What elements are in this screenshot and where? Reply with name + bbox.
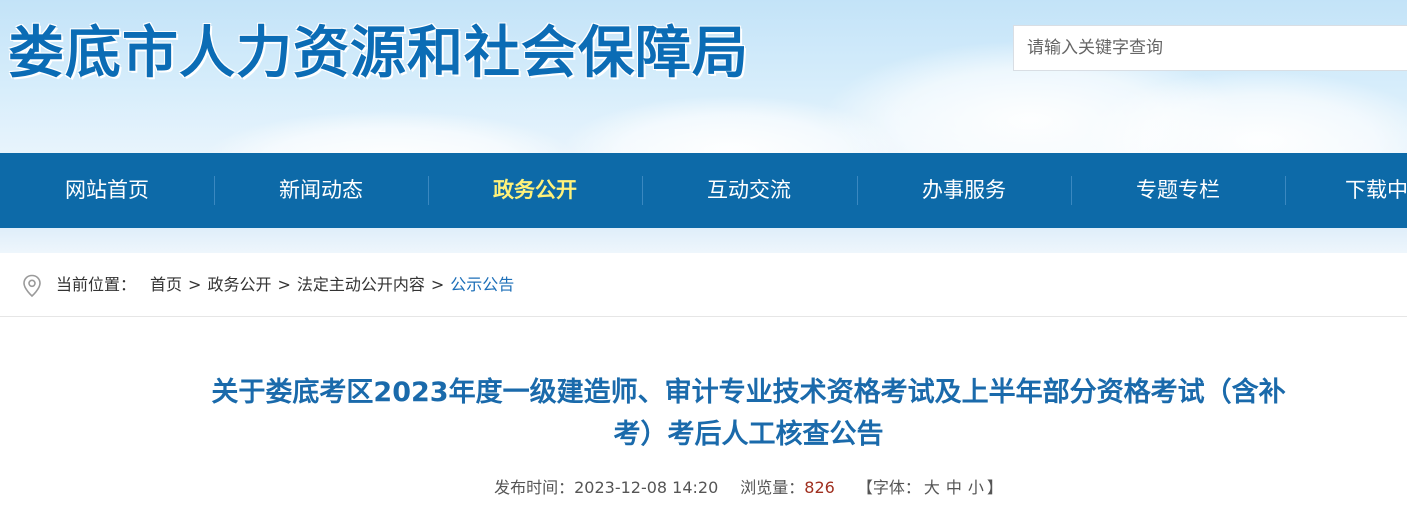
breadcrumb-statutory-disclosure[interactable]: 法定主动公开内容: [297, 275, 425, 294]
breadcrumb-separator: >: [188, 275, 202, 294]
views-label: 浏览量：: [740, 478, 805, 497]
breadcrumb-trail: 当前位置： 首页 > 政务公开 > 法定主动公开内容 > 公示公告: [56, 253, 514, 317]
breadcrumb: 当前位置： 首页 > 政务公开 > 法定主动公开内容 > 公示公告: [0, 253, 1407, 317]
font-size-label-close: 】: [986, 478, 1003, 497]
breadcrumb-separator: >: [277, 275, 291, 294]
header-banner: 娄底市人力资源和社会保障局: [0, 0, 1407, 153]
breadcrumb-government-affairs[interactable]: 政务公开: [207, 275, 271, 294]
breadcrumb-separator: >: [430, 275, 445, 294]
publish-time-label: 发布时间：: [494, 478, 575, 497]
breadcrumb-label: 当前位置：: [56, 275, 137, 294]
nav-item-services[interactable]: 办事服务: [857, 153, 1071, 228]
main-nav: 网站首页 新闻动态 政务公开 互动交流 办事服务 专题专栏 下载中: [0, 153, 1407, 228]
nav-item-special-topics[interactable]: 专题专栏: [1071, 153, 1285, 228]
search-input[interactable]: [1013, 25, 1407, 71]
article-title-line1: 关于娄底考区2023年度一级建造师、审计专业技术资格考试及上半年部分资格考试（含…: [211, 377, 1286, 408]
nav-item-interaction[interactable]: 互动交流: [642, 153, 856, 228]
nav-item-government-affairs[interactable]: 政务公开: [428, 153, 642, 228]
article-title-line2: 考）考后人工核查公告: [613, 419, 884, 450]
font-size-label: 【字体：: [856, 478, 921, 497]
font-size-medium-button[interactable]: 中: [946, 478, 962, 497]
banner-cloud: [200, 110, 580, 153]
font-size-large-button[interactable]: 大: [924, 478, 940, 497]
site-title: 娄底市人力资源和社会保障局: [8, 21, 749, 86]
publish-time: 2023-12-08 14:20: [574, 478, 719, 497]
article-meta: 发布时间：2023-12-08 14:20 浏览量：826 【字体：大中小】: [0, 474, 1407, 502]
breadcrumb-announcements[interactable]: 公示公告: [450, 275, 514, 294]
nav-item-news[interactable]: 新闻动态: [214, 153, 428, 228]
article-title: 关于娄底考区2023年度一级建造师、审计专业技术资格考试及上半年部分资格考试（含…: [90, 372, 1407, 456]
nav-item-home[interactable]: 网站首页: [0, 153, 214, 228]
nav-item-downloads[interactable]: 下载中: [1285, 153, 1407, 228]
views-count: 826: [804, 478, 835, 497]
nav-shadow-strip: [0, 228, 1407, 253]
breadcrumb-home[interactable]: 首页: [150, 275, 182, 294]
location-pin-icon: [23, 274, 41, 298]
font-size-small-button[interactable]: 小: [968, 478, 984, 497]
